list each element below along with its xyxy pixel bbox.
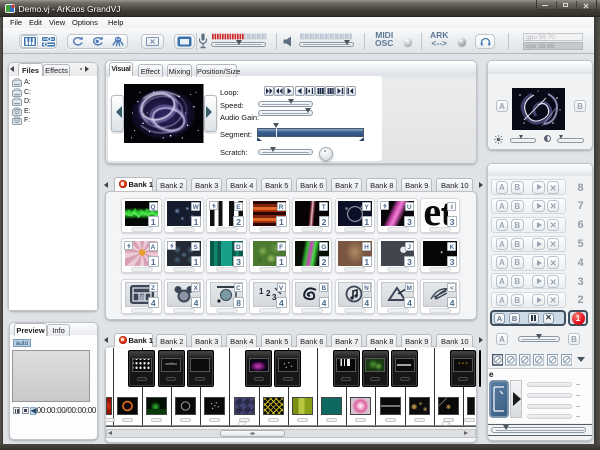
svg-text:2: 2 <box>266 289 271 298</box>
svg-text:1: 1 <box>259 287 264 296</box>
